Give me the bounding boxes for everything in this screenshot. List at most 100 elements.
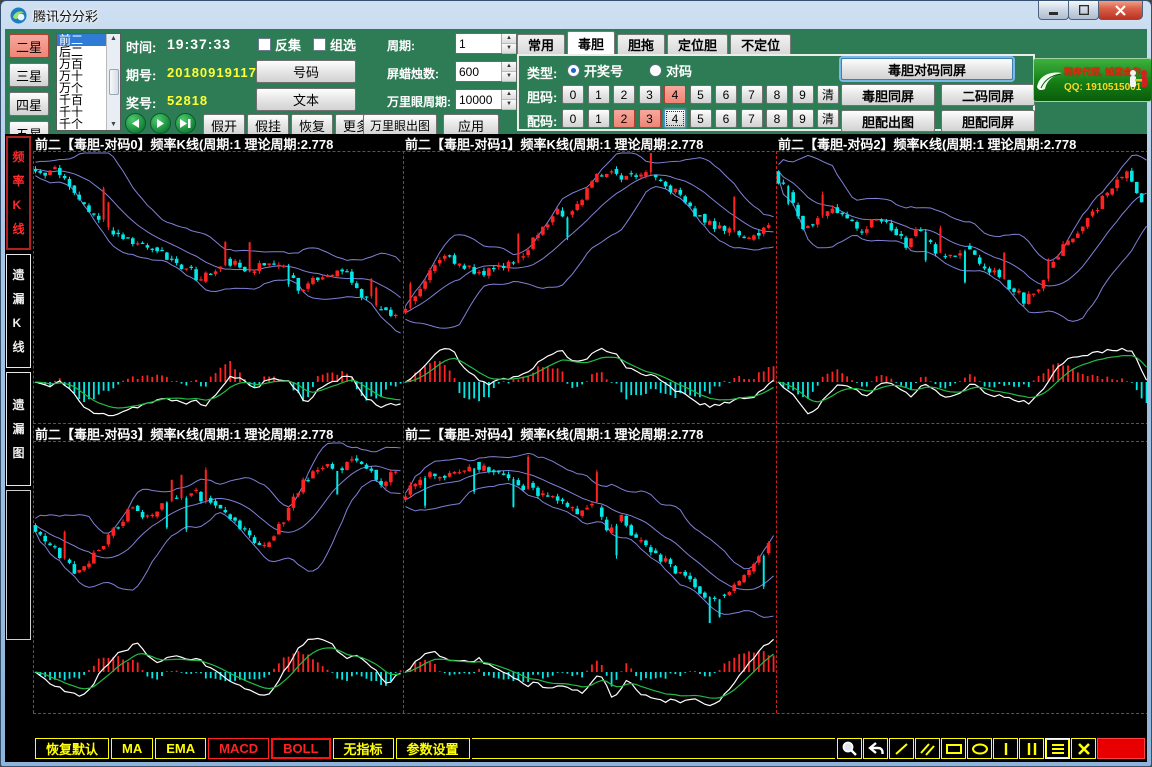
toolbar-button-EMA[interactable]: EMA	[155, 738, 206, 759]
digit-button-0[interactable]: 0	[562, 85, 584, 104]
chart-panel[interactable]	[403, 441, 776, 713]
digit-button-4[interactable]: 4	[664, 85, 686, 104]
star-button-二星[interactable]: 二星	[9, 34, 49, 58]
digit-button-9[interactable]: 9	[792, 109, 814, 128]
tab-胆拖[interactable]: 胆拖	[617, 34, 665, 54]
chart-grid: 前二【毒胆-对码0】频率K线(周期:1 理论周期:2.778前二【毒胆-对码1】…	[33, 134, 1147, 735]
checkbox-box-icon[interactable]	[313, 38, 326, 51]
chart-tab-遗漏K线[interactable]: 遗漏K线	[6, 254, 31, 368]
spinner-2[interactable]: ▲▼	[455, 61, 517, 82]
button-毒胆同屏[interactable]: 毒胆同屏	[841, 84, 935, 106]
button-胆配同屏[interactable]: 胆配同屏	[941, 110, 1035, 132]
spinner-input[interactable]	[456, 62, 501, 81]
digit-button-2[interactable]: 2	[613, 109, 635, 128]
star-button-三星[interactable]: 三星	[9, 63, 49, 87]
digit-button-9[interactable]: 9	[792, 85, 814, 104]
toolbar-button-BOLL[interactable]: BOLL	[271, 738, 330, 759]
spinner-input[interactable]	[456, 90, 501, 109]
button-二码同屏[interactable]: 二码同屏	[941, 84, 1035, 106]
chart-panel[interactable]	[33, 151, 403, 423]
star-button-四星[interactable]: 四星	[9, 92, 49, 116]
maximize-button[interactable]	[1068, 1, 1099, 20]
button-假开[interactable]: 假开	[203, 114, 245, 136]
double-line-icon[interactable]	[915, 738, 940, 759]
digit-button-清[interactable]: 清	[817, 85, 839, 104]
close-button[interactable]	[1098, 1, 1143, 20]
scroll-down-icon[interactable]: ▼	[110, 121, 117, 129]
vbar-icon[interactable]	[993, 738, 1018, 759]
chart-tab-频率K线[interactable]: 频率K线	[6, 136, 31, 250]
digit-button-7[interactable]: 7	[741, 85, 763, 104]
toolbar-button-无指标[interactable]: 无指标	[333, 738, 394, 759]
chart-panel[interactable]	[776, 151, 1147, 423]
rect-icon[interactable]	[941, 738, 966, 759]
chart-panel[interactable]	[33, 441, 403, 713]
digit-button-4[interactable]: 4	[664, 109, 686, 128]
tab-定位胆[interactable]: 定位胆	[667, 34, 728, 54]
spinner-arrows-icon[interactable]: ▲▼	[501, 34, 516, 53]
digit-button-8[interactable]: 8	[766, 85, 788, 104]
scroll-thumb[interactable]	[109, 69, 119, 95]
spinner-3[interactable]: ▲▼	[455, 89, 517, 110]
undo-icon[interactable]	[863, 738, 888, 759]
app-logo-icon	[10, 7, 27, 24]
button-胆配出图[interactable]: 胆配出图	[841, 110, 935, 132]
chart-title: 前二【毒胆-对码0】频率K线(周期:1 理论周期:2.778	[35, 134, 333, 153]
minimize-button[interactable]	[1038, 1, 1069, 20]
spinner-arrows-icon[interactable]: ▲▼	[501, 90, 516, 109]
double-vbar-icon[interactable]	[1019, 738, 1044, 759]
ad-banner[interactable]: 程序代理, 诚邀合作 QQ: 1910515001	[1033, 58, 1152, 102]
button-假挂[interactable]: 假挂	[247, 114, 289, 136]
digit-button-3[interactable]: 3	[639, 85, 661, 104]
digit-button-0[interactable]: 0	[562, 109, 584, 128]
toolbar-button-MA[interactable]: MA	[111, 738, 153, 759]
digit-button-1[interactable]: 1	[588, 85, 610, 104]
toolbar-button-参数设置[interactable]: 参数设置	[396, 738, 470, 759]
text-button[interactable]: 文本	[256, 88, 356, 111]
next-icon[interactable]	[175, 113, 196, 134]
digit-button-7[interactable]: 7	[741, 109, 763, 128]
digit-button-8[interactable]: 8	[766, 109, 788, 128]
play-icon[interactable]	[150, 113, 171, 134]
checkbox-反集[interactable]: 反集	[258, 35, 301, 54]
digit-button-清[interactable]: 清	[817, 109, 839, 128]
radio-对码[interactable]: 对码	[649, 61, 692, 80]
tab-常用[interactable]: 常用	[517, 34, 565, 54]
prev-icon[interactable]	[125, 113, 146, 134]
line-icon[interactable]	[889, 738, 914, 759]
number-button[interactable]: 号码	[256, 60, 356, 83]
radio-开奖号[interactable]: 开奖号	[567, 61, 623, 80]
hlines-icon[interactable]	[1045, 738, 1070, 759]
listbox-scrollbar[interactable]: ▲ ▼	[106, 34, 120, 130]
chart-panel[interactable]	[403, 151, 776, 423]
spinner-1[interactable]: ▲▼	[455, 33, 517, 54]
title-bar[interactable]: 腾讯分分彩	[1, 1, 1151, 29]
toolbar-button-恢复默认[interactable]: 恢复默认	[35, 738, 109, 759]
list-item[interactable]: 千个	[57, 118, 106, 130]
tab-不定位[interactable]: 不定位	[730, 34, 791, 54]
position-listbox[interactable]: 前二后二万百万十万个千百千十千个 ▲ ▼	[56, 33, 121, 131]
checkbox-box-icon[interactable]	[258, 38, 271, 51]
tab-毒胆[interactable]: 毒胆	[567, 31, 615, 54]
scroll-up-icon[interactable]: ▲	[110, 35, 117, 43]
digit-button-6[interactable]: 6	[715, 109, 737, 128]
magnifier-icon[interactable]	[837, 738, 862, 759]
button-恢复[interactable]: 恢复	[291, 114, 333, 136]
close-x-icon[interactable]	[1071, 738, 1096, 759]
digit-button-1[interactable]: 1	[588, 109, 610, 128]
wanliyan-chart-button[interactable]: 万里眼出图	[363, 114, 437, 136]
checkbox-组选[interactable]: 组选	[313, 35, 356, 54]
apply-button[interactable]: 应用	[443, 114, 499, 136]
toolbar-button-MACD[interactable]: MACD	[208, 738, 269, 759]
digit-button-5[interactable]: 5	[690, 85, 712, 104]
chart-tab-遗漏图[interactable]: 遗漏图	[6, 372, 31, 486]
dan-label: 胆码:	[527, 87, 557, 106]
digit-button-3[interactable]: 3	[639, 109, 661, 128]
digit-button-2[interactable]: 2	[613, 85, 635, 104]
spinner-arrows-icon[interactable]: ▲▼	[501, 62, 516, 81]
spinner-input[interactable]	[456, 34, 501, 53]
ellipse-icon[interactable]	[967, 738, 992, 759]
dudan-duima-same-screen-button[interactable]: 毒胆对码同屏	[841, 58, 1013, 80]
digit-button-6[interactable]: 6	[715, 85, 737, 104]
digit-button-5[interactable]: 5	[690, 109, 712, 128]
